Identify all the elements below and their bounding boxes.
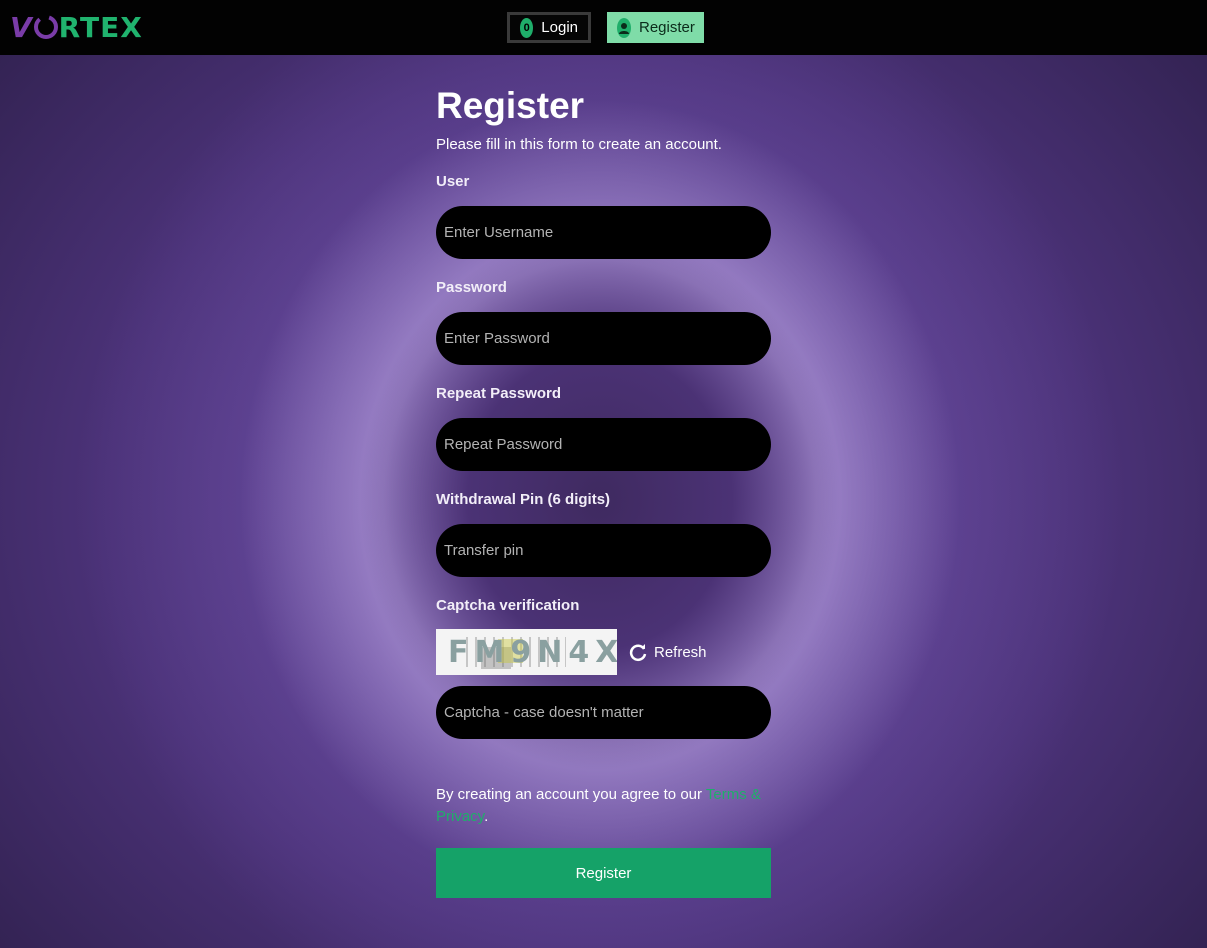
register-nav-label: Register <box>639 19 695 36</box>
register-nav-button[interactable]: Register <box>607 12 704 43</box>
password-input[interactable] <box>436 312 771 365</box>
captcha-refresh-button[interactable]: Refresh <box>628 642 707 662</box>
terms-suffix: . <box>484 808 489 825</box>
register-form: Register Please fill in this form to cre… <box>436 82 771 898</box>
refresh-icon <box>629 644 647 661</box>
top-navbar: V RTEX 0 Login Register <box>0 0 1207 55</box>
refresh-label: Refresh <box>654 643 707 661</box>
vortex-logo[interactable]: V RTEX <box>10 8 143 46</box>
login-nav-button[interactable]: 0 Login <box>507 12 591 43</box>
terms-text: By creating an account you agree to our … <box>436 784 771 828</box>
withdrawal-pin-label: Withdrawal Pin (6 digits) <box>436 491 611 508</box>
captcha-row: FM9N4X Refresh <box>436 629 771 675</box>
form-subtitle: Please fill in this form to create an ac… <box>436 136 722 153</box>
register-submit-button[interactable]: Register <box>436 848 771 898</box>
user-label: User <box>436 173 470 190</box>
register-user-icon <box>617 17 631 38</box>
logo-swirl-icon <box>33 15 58 39</box>
repeat-password-input[interactable] <box>436 418 771 471</box>
captcha-image: FM9N4X <box>436 629 617 675</box>
withdrawal-pin-input[interactable] <box>436 524 771 577</box>
captcha-input[interactable] <box>436 686 771 739</box>
captcha-text: FM9N4X <box>448 634 617 670</box>
username-input[interactable] <box>436 206 771 259</box>
captcha-label: Captcha verification <box>436 597 580 614</box>
page-title: Register <box>436 85 585 126</box>
login-coin-icon: 0 <box>520 17 534 38</box>
password-label: Password <box>436 279 507 296</box>
login-nav-label: Login <box>541 19 578 36</box>
logo-v: V <box>10 10 33 44</box>
logo-rest: RTEX <box>58 10 143 44</box>
repeat-password-label: Repeat Password <box>436 385 562 402</box>
terms-prefix: By creating an account you agree to our <box>436 786 706 803</box>
